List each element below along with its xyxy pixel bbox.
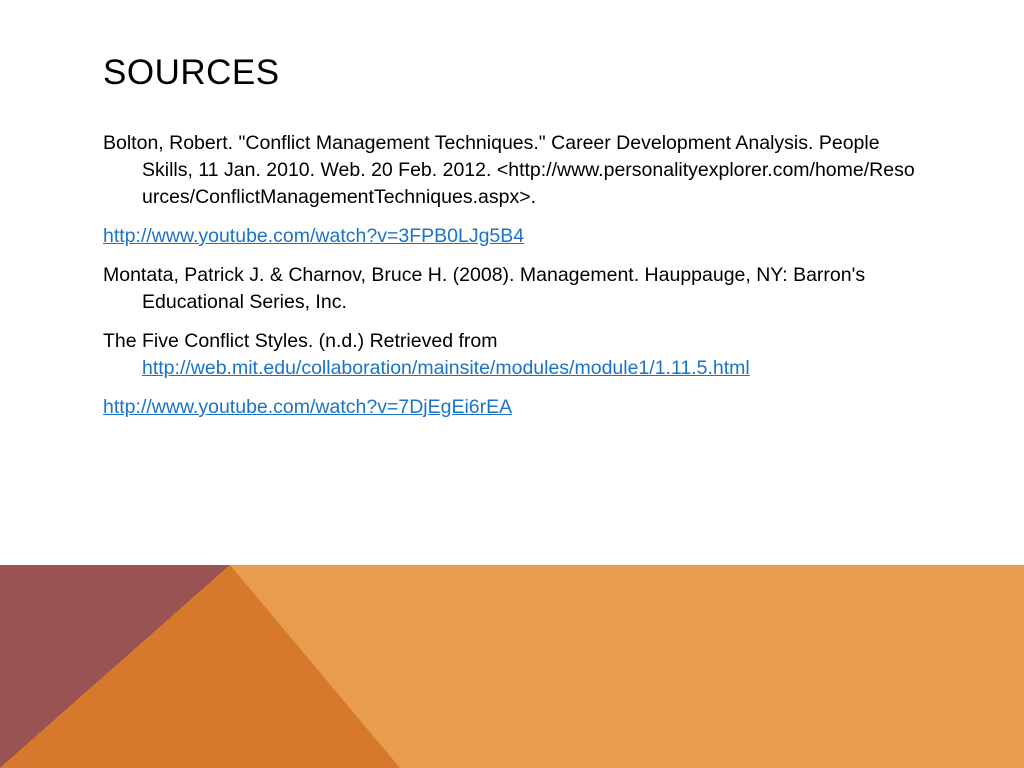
youtube-link-1[interactable]: http://www.youtube.com/watch?v=3FPB0LJg5…: [103, 225, 524, 247]
source-entry-youtube-1: http://www.youtube.com/watch?v=3FPB0LJg5…: [103, 223, 923, 250]
source-entry-montata: Montata, Patrick J. & Charnov, Bruce H. …: [103, 262, 923, 316]
sources-list: Bolton, Robert. "Conflict Management Tec…: [103, 130, 923, 433]
source-entry-youtube-2: http://www.youtube.com/watch?v=7DjEgEi6r…: [103, 394, 923, 421]
decorative-band: [0, 565, 1024, 768]
slide-title: SOURCES: [103, 53, 280, 92]
source-text-montata: Montata, Patrick J. & Charnov, Bruce H. …: [103, 264, 866, 313]
youtube-link-2[interactable]: http://www.youtube.com/watch?v=7DjEgEi6r…: [103, 396, 512, 418]
source-text-five-styles: The Five Conflict Styles. (n.d.) Retriev…: [103, 330, 498, 352]
source-entry-bolton: Bolton, Robert. "Conflict Management Tec…: [103, 130, 923, 211]
source-entry-five-styles: The Five Conflict Styles. (n.d.) Retriev…: [103, 328, 923, 382]
mit-link[interactable]: http://web.mit.edu/collaboration/mainsit…: [142, 357, 750, 379]
